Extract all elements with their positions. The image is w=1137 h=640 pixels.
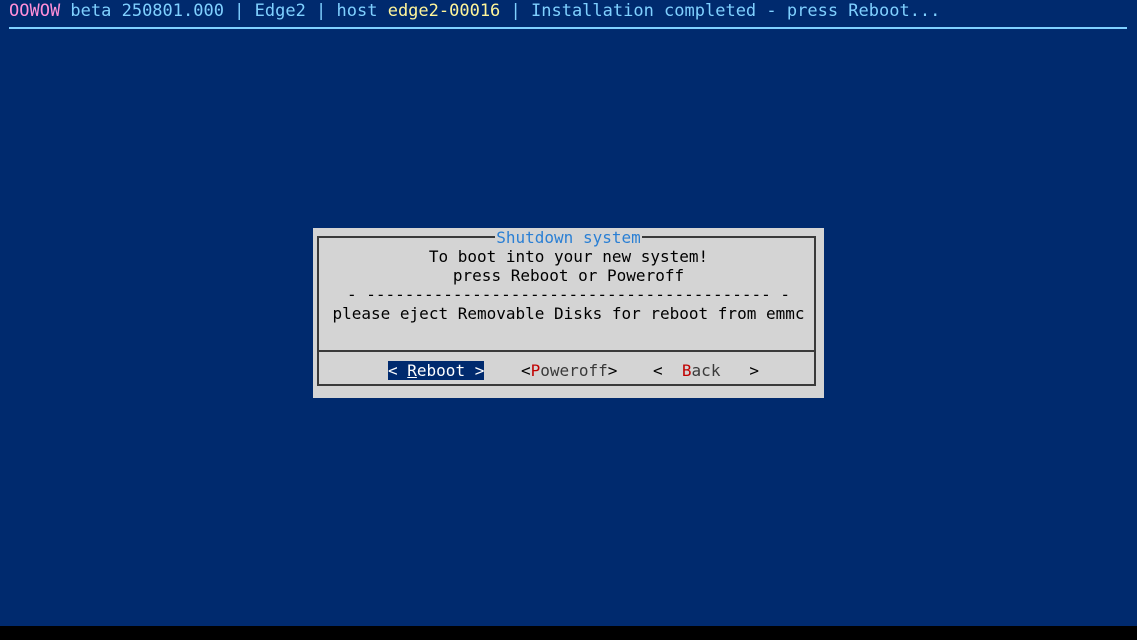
poweroff-button[interactable]: <Poweroff> [521,361,617,380]
product-name: OOWOW [9,1,61,21]
back-button[interactable]: < Back > [653,361,759,380]
poweroff-label: oweroff [540,361,608,380]
status-header: OOWOW beta 250801.000 | Edge2 | host edg… [9,0,940,22]
header-divider [9,27,1127,29]
message-line-1: To boot into your new system! [428,247,709,266]
message-line-eject: please eject Removable Disks for reboot … [332,304,805,323]
dialog-title-text: Shutdown system [495,228,642,247]
button-area-divider [319,350,814,352]
terminal-screen: OOWOW beta 250801.000 | Edge2 | host edg… [0,0,1137,626]
poweroff-button-close: > [607,361,618,380]
hostname: edge2-00016 [387,1,501,21]
reboot-button-close: > [465,361,485,380]
dialog-title: Shutdown system [313,228,824,247]
dialog-buttons: < Reboot > <Poweroff> < Back > [313,359,824,381]
back-label: ack [691,361,721,380]
bottom-strip [0,626,1137,640]
reboot-button-open: < [388,361,408,380]
poweroff-hotkey: P [530,361,541,380]
reboot-button[interactable]: < Reboot > [388,361,485,380]
shutdown-dialog: Shutdown system To boot into your new sy… [313,228,824,398]
reboot-hotkey: R [407,361,417,380]
back-button-close: > [720,361,759,380]
message-line-2: press Reboot or Poweroff [452,266,685,285]
poweroff-button-open: < [521,361,531,380]
install-status: | Installation completed - press Reboot.… [500,1,941,21]
reboot-label: eboot [416,361,466,380]
message-separator: - --------------------------------------… [346,285,791,304]
version-info: beta 250801.000 | Edge2 | host [60,1,388,21]
back-hotkey: B [681,361,692,380]
back-button-open: < [653,361,682,380]
